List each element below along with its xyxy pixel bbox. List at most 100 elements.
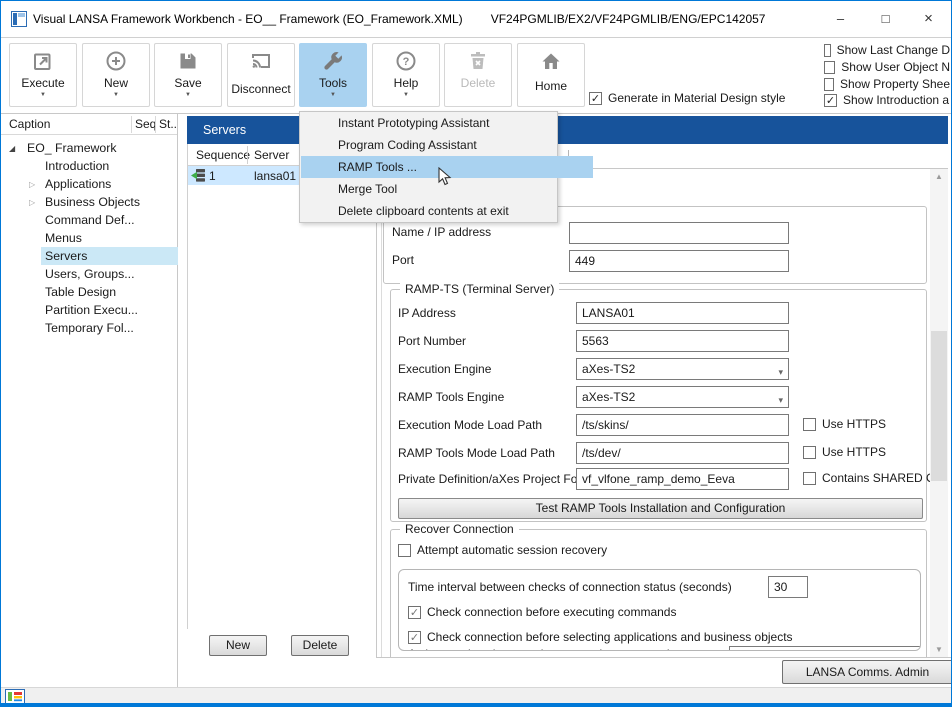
- check-exec-checkbox[interactable]: ✓: [408, 606, 421, 619]
- tree-col-seq[interactable]: Seq: [135, 117, 156, 131]
- scroll-up-icon[interactable]: ▲: [930, 169, 948, 184]
- tree-expander-applications[interactable]: ▷: [29, 180, 35, 189]
- minimize-button[interactable]: –: [818, 1, 863, 37]
- scrollbar-thumb[interactable]: [931, 331, 947, 481]
- app-window: Visual LANSA Framework Workbench - EO__ …: [0, 0, 952, 707]
- col-sequence[interactable]: Sequence: [196, 148, 250, 162]
- home-button[interactable]: Home: [517, 43, 585, 107]
- chevron-down-icon: ▼: [403, 92, 409, 98]
- port-input[interactable]: 449: [569, 250, 789, 272]
- new-server-button[interactable]: New: [209, 635, 267, 656]
- material-design-label: Generate in Material Design style: [608, 91, 785, 105]
- private-folder-input[interactable]: vf_vlfone_ramp_demo_Eeva: [576, 468, 789, 490]
- col-server[interactable]: Server: [254, 148, 289, 162]
- ip-address-input[interactable]: LANSA01: [576, 302, 789, 324]
- tree-item-business-objects[interactable]: Business Objects: [45, 195, 140, 209]
- use-https-1-label: Use HTTPS: [822, 417, 886, 431]
- tree-item-command-def[interactable]: Command Def...: [45, 213, 135, 227]
- show-last-change-checkbox[interactable]: [824, 44, 831, 57]
- close-button[interactable]: ×: [906, 1, 951, 37]
- port-number-input[interactable]: 5563: [576, 330, 789, 352]
- disconnect-icon: [249, 49, 273, 73]
- home-icon: [539, 49, 563, 73]
- toolbar: Execute ▼ New ▼ Save ▼ Disconnect Tools …: [1, 38, 951, 114]
- new-icon: [104, 49, 128, 73]
- tree-item-partition-execution[interactable]: Partition Execu...: [45, 303, 138, 317]
- navigation-tree-panel: Caption Seq St... ◢ EO_ Framework Introd…: [1, 114, 178, 687]
- form-scrollbar[interactable]: ▲ ▼: [930, 169, 948, 657]
- material-design-checkbox[interactable]: ✓: [589, 92, 602, 105]
- chevron-down-icon: ▼: [185, 92, 191, 98]
- lansa-comms-admin-button[interactable]: LANSA Comms. Admin: [782, 660, 952, 684]
- delete-label: Delete: [461, 76, 496, 90]
- mouse-cursor: [438, 167, 452, 187]
- show-property-sheet-checkbox[interactable]: [824, 78, 834, 91]
- show-introduction-row: ✓ Show Introduction a: [824, 93, 950, 107]
- use-https-1-checkbox[interactable]: [803, 418, 816, 431]
- delete-server-button[interactable]: Delete: [291, 635, 349, 656]
- tree-item-applications[interactable]: Applications: [45, 177, 111, 191]
- show-user-object-label: Show User Object N: [841, 60, 950, 74]
- scroll-down-icon[interactable]: ▼: [930, 642, 948, 657]
- tools-label: Tools: [319, 76, 347, 90]
- new-label: New: [104, 76, 128, 90]
- check-select-label: Check connection before selecting applic…: [427, 630, 793, 644]
- status-app-icon[interactable]: [5, 689, 25, 704]
- tree-item-table-design[interactable]: Table Design: [45, 285, 116, 299]
- save-label: Save: [174, 76, 201, 90]
- tree-expander-root[interactable]: ◢: [9, 144, 15, 153]
- interval-input[interactable]: 30: [768, 576, 808, 598]
- delete-button[interactable]: Delete: [444, 43, 512, 107]
- disconnect-button[interactable]: Disconnect: [227, 43, 295, 107]
- action-combo[interactable]: Notify and disconnect: [729, 646, 921, 651]
- use-https-2-checkbox[interactable]: [803, 446, 816, 459]
- tree-item-servers[interactable]: Servers: [41, 247, 179, 265]
- svg-text:?: ?: [403, 56, 410, 68]
- server-icon: [191, 168, 206, 183]
- show-user-object-checkbox[interactable]: [824, 61, 835, 74]
- maximize-button[interactable]: □: [863, 1, 908, 37]
- menu-item-program-coding[interactable]: Program Coding Assistant: [301, 134, 593, 156]
- panel-splitter[interactable]: [178, 114, 187, 687]
- name-ip-input[interactable]: [569, 222, 789, 244]
- port-number-label: Port Number: [398, 334, 466, 348]
- tools-button[interactable]: Tools ▼: [299, 43, 367, 107]
- tools-wrench-icon: [321, 49, 345, 73]
- tree-col-caption[interactable]: Caption: [9, 117, 50, 131]
- ip-address-label: IP Address: [398, 306, 456, 320]
- server-detail-form: Name / IP address Port 449 RAMP-TS (Term…: [382, 169, 930, 658]
- attempt-recovery-label: Attempt automatic session recovery: [417, 543, 607, 557]
- attempt-recovery-checkbox[interactable]: [398, 544, 411, 557]
- tree-item-introduction[interactable]: Introduction: [45, 159, 109, 173]
- show-property-sheet-row: Show Property Shee: [824, 77, 950, 91]
- tree-expander-business-objects[interactable]: ▷: [29, 198, 35, 207]
- chevron-down-icon: ▼: [40, 92, 46, 98]
- save-button[interactable]: Save ▼: [154, 43, 222, 107]
- save-icon: [176, 49, 200, 73]
- execution-engine-combo[interactable]: aXes-TS2▾: [576, 358, 789, 380]
- ramp-tools-mode-load-path-input[interactable]: /ts/dev/: [576, 442, 789, 464]
- show-introduction-checkbox[interactable]: ✓: [824, 94, 837, 107]
- session-id: VF24PGMLIB/EX2/VF24PGMLIB/ENG/EPC142057: [491, 12, 766, 26]
- home-label: Home: [535, 79, 567, 93]
- execution-mode-load-path-input[interactable]: /ts/skins/: [576, 414, 789, 436]
- help-button[interactable]: ? Help ▼: [372, 43, 440, 107]
- combo-arrow-icon: ▾: [778, 362, 783, 380]
- contains-shared-checkbox[interactable]: [803, 472, 816, 485]
- new-button[interactable]: New ▼: [82, 43, 150, 107]
- ramp-tools-engine-combo[interactable]: aXes-TS2▾: [576, 386, 789, 408]
- tree-item-menus[interactable]: Menus: [45, 231, 82, 245]
- tree-item-root[interactable]: EO_ Framework: [27, 141, 117, 155]
- menu-item-delete-clipboard[interactable]: Delete clipboard contents at exit: [301, 200, 593, 222]
- test-ramp-tools-button[interactable]: Test RAMP Tools Installation and Configu…: [398, 498, 923, 519]
- check-select-checkbox[interactable]: ✓: [408, 631, 421, 644]
- combo-arrow-icon: ▾: [778, 390, 783, 408]
- menu-item-instant-prototyping[interactable]: Instant Prototyping Assistant: [301, 112, 593, 134]
- contains-shared-row: Contains SHARED Obj: [803, 471, 930, 485]
- material-design-checkbox-row: ✓ Generate in Material Design style: [589, 91, 785, 105]
- execute-button[interactable]: Execute ▼: [9, 43, 77, 107]
- window-title: Visual LANSA Framework Workbench - EO__ …: [33, 12, 765, 26]
- tree-item-temporary-folder[interactable]: Temporary Fol...: [45, 321, 134, 335]
- tree-item-users-groups[interactable]: Users, Groups...: [45, 267, 135, 281]
- ramp-ts-legend: RAMP-TS (Terminal Server): [400, 282, 559, 296]
